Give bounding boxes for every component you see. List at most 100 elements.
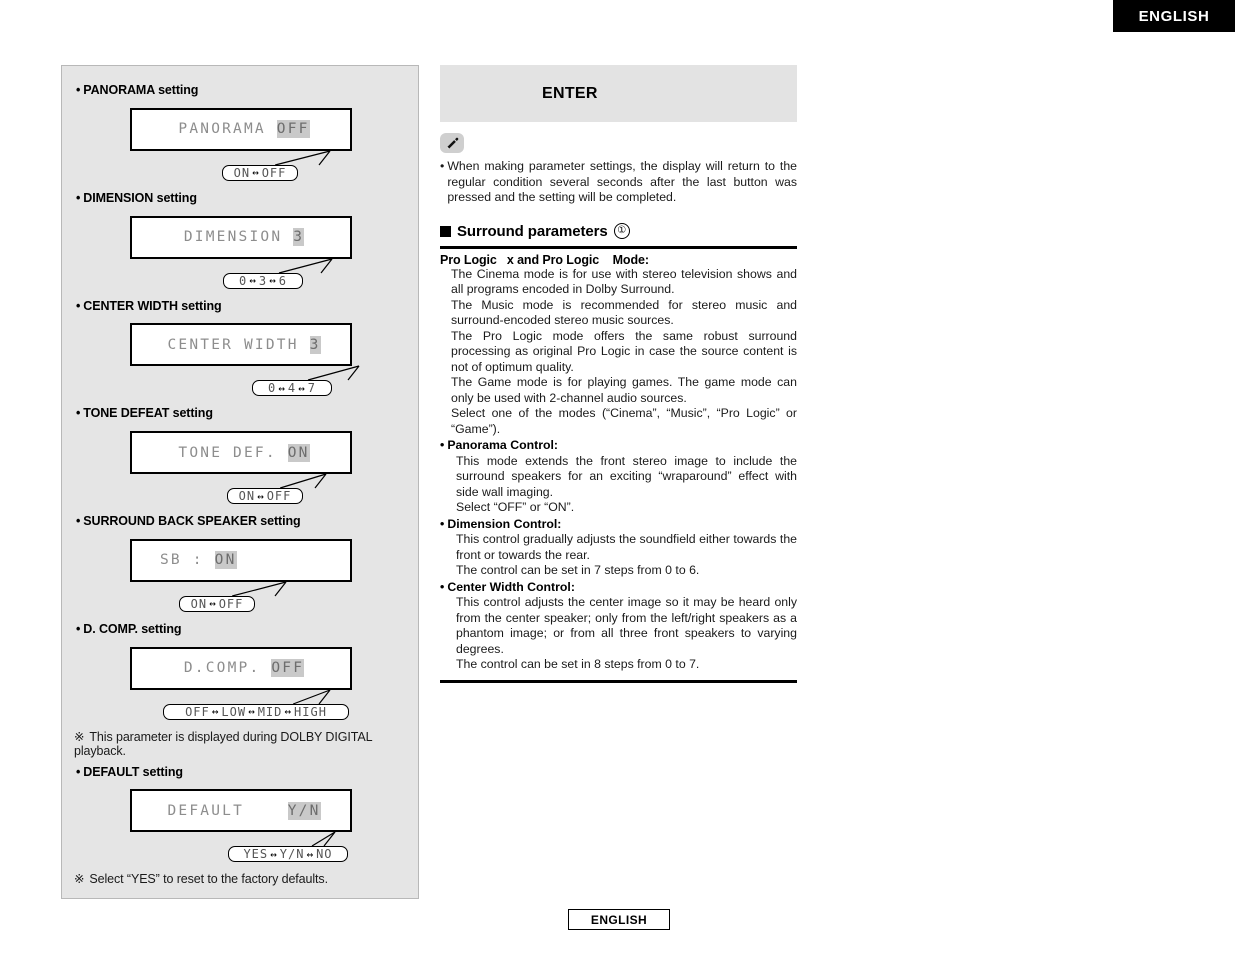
lcd-parameter-name: SB : [160, 552, 215, 569]
setting-bullet: • [76, 514, 81, 528]
lcd-display: CENTER WIDTH 3 [130, 323, 352, 367]
setting-label-text: CENTER WIDTH setting [83, 298, 222, 313]
footnote-mark-icon: ※ [74, 729, 85, 744]
lcd-current-value: Y/N [287, 801, 321, 820]
lcd-display: DEFAULT Y/N [130, 789, 352, 833]
language-tab-top: ENGLISH [1113, 0, 1235, 32]
control-paragraph: Select “OFF” or “ON”. [456, 500, 575, 514]
setting-label-text: DEFAULT setting [83, 764, 183, 779]
mode-paragraph: The Game mode is for playing games. The … [451, 375, 797, 405]
mode-paragraphs: The Cinema mode is for use with stereo t… [440, 267, 797, 438]
setting-display-group: CENTER WIDTH 3 0 ↔ 4 ↔ 7 [62, 323, 418, 399]
options-pill: ON ↔ OFF [179, 595, 255, 612]
option-label: 6 [278, 273, 287, 288]
section-title: Surround parameters [457, 222, 608, 240]
control-name: Panorama Control: [447, 438, 558, 452]
options-pill: YES ↔ Y/N ↔ NO [228, 846, 348, 863]
settings-panel: • PANORAMA setting PANORAMA OFF ON ↔ OFF • DIME… [61, 65, 419, 900]
setting-label-text: DIMENSION setting [83, 190, 197, 205]
option-label: 4 [287, 381, 297, 396]
option-label: 0 [239, 273, 248, 288]
setting-label: • CENTER WIDTH setting [76, 297, 418, 316]
control-name: Dimension Control: [447, 516, 562, 531]
setting-label: • PANORAMA setting [76, 81, 418, 100]
lcd-display: DIMENSION 3 [130, 215, 352, 259]
setting-display-group: PANORAMA OFF ON ↔ OFF [62, 107, 418, 184]
control-item: • Dimension Control: This control graduall… [440, 517, 797, 579]
control-paragraph: This control adjusts the center image so… [456, 595, 797, 656]
footnote: ※ This parameter is displayed during DOLB… [74, 729, 418, 758]
options-pill: ON ↔ OFF [227, 488, 303, 504]
setting-bullet: • [76, 764, 81, 779]
setting-bullet: • [76, 298, 81, 313]
double-arrow-icon: ↔ [257, 489, 265, 503]
language-tab-bottom: ENGLISH [568, 909, 670, 930]
lcd-parameter-name: DIMENSION [183, 229, 294, 245]
mode-paragraph: The Music mode is recommended for stereo… [451, 297, 797, 328]
rule-bottom [440, 679, 797, 683]
lcd-current-value: OFF [271, 659, 305, 677]
footnote: ※ Select “YES” to reset to the factory de… [74, 871, 418, 886]
lcd-parameter-name: CENTER WIDTH [167, 336, 310, 353]
memo-text: When making parameter settings, the disp… [447, 159, 797, 204]
double-arrow-icon: ↔ [252, 166, 260, 180]
footnote-text: Select “YES” to reset to the factory def… [89, 872, 328, 887]
control-paragraph: This mode extends the front stereo image… [456, 453, 797, 499]
lcd-current-value: 3 [309, 335, 321, 354]
setting-label-text: SURROUND BACK SPEAKER setting [83, 514, 301, 528]
setting-label: • D. COMP. setting [76, 620, 418, 639]
setting-label-text: PANORAMA setting [83, 83, 199, 97]
control-name: Center Width Control: [447, 579, 575, 594]
language-tab-bottom-label: ENGLISH [590, 912, 648, 927]
control-bullet: • [440, 579, 445, 594]
option-label: YES [243, 847, 269, 862]
lcd-parameter-name: TONE DEF. [178, 444, 288, 461]
footnote-mark-icon: ※ [74, 872, 85, 887]
lcd-current-value: ON [287, 443, 310, 462]
control-paragraph: The control can be set in 7 steps from 0… [456, 563, 700, 577]
double-arrow-icon: ↔ [211, 705, 220, 718]
control-item: • Panorama Control: This mode extends the … [440, 438, 797, 516]
option-label: OFF [266, 489, 292, 503]
lcd-text: PANORAMA OFF [132, 120, 350, 139]
option-label: OFF [218, 596, 244, 611]
control-heading: • Center Width Control: [440, 580, 797, 596]
double-arrow-icon: ↔ [248, 705, 256, 718]
option-label: ON [233, 165, 251, 180]
lcd-parameter-name: D.COMP. [183, 660, 272, 676]
option-label: MID [257, 704, 283, 719]
control-item: • Center Width Control: This control adjus… [440, 580, 797, 673]
double-arrow-icon: ↔ [269, 274, 277, 287]
options-pill: 0 ↔ 3 ↔ 6 [223, 272, 303, 289]
setting-label: • TONE DEFEAT setting [76, 404, 418, 423]
option-label: HIGH [294, 704, 327, 719]
setting-bullet: • [76, 621, 81, 636]
setting-label: • DEFAULT setting [76, 763, 418, 782]
lcd-current-value: OFF [276, 120, 310, 139]
control-paragraph: The control can be set in 8 steps from 0… [456, 657, 700, 671]
lcd-text: DIMENSION 3 [132, 228, 350, 246]
control-paragraph: This control gradually adjusts the sound… [456, 532, 797, 562]
memo-note: • When making parameter settings, the di… [440, 159, 797, 206]
lcd-parameter-name: DEFAULT [167, 802, 288, 819]
memo-bullet: • [440, 159, 445, 173]
setting-display-group: DEFAULT Y/N YES ↔ Y/N ↔ NO [62, 789, 418, 865]
option-label: 7 [307, 381, 316, 396]
option-label: ON [190, 596, 208, 611]
control-list: • Panorama Control: This mode extends the … [440, 438, 797, 673]
lcd-text: DEFAULT Y/N [132, 801, 350, 820]
option-label: Y/N [279, 847, 305, 862]
pencil-icon [440, 133, 464, 153]
mode-paragraph: The Pro Logic mode offers the same robus… [451, 328, 797, 374]
lcd-text: SB : ON [132, 551, 350, 570]
option-label: LOW [221, 704, 247, 719]
control-heading: • Dimension Control: [440, 517, 797, 533]
lcd-text: TONE DEF. ON [132, 443, 350, 462]
options-pill: OFF ↔ LOW ↔ MID ↔ HIGH [163, 703, 349, 720]
option-label: NO [316, 847, 333, 862]
setting-display-group: TONE DEF. ON ON ↔ OFF [62, 431, 418, 507]
control-bullet: • [440, 438, 445, 452]
section-heading: Surround parameters ① [440, 223, 797, 240]
setting-label: • DIMENSION setting [76, 189, 418, 208]
lcd-text: CENTER WIDTH 3 [132, 335, 350, 354]
